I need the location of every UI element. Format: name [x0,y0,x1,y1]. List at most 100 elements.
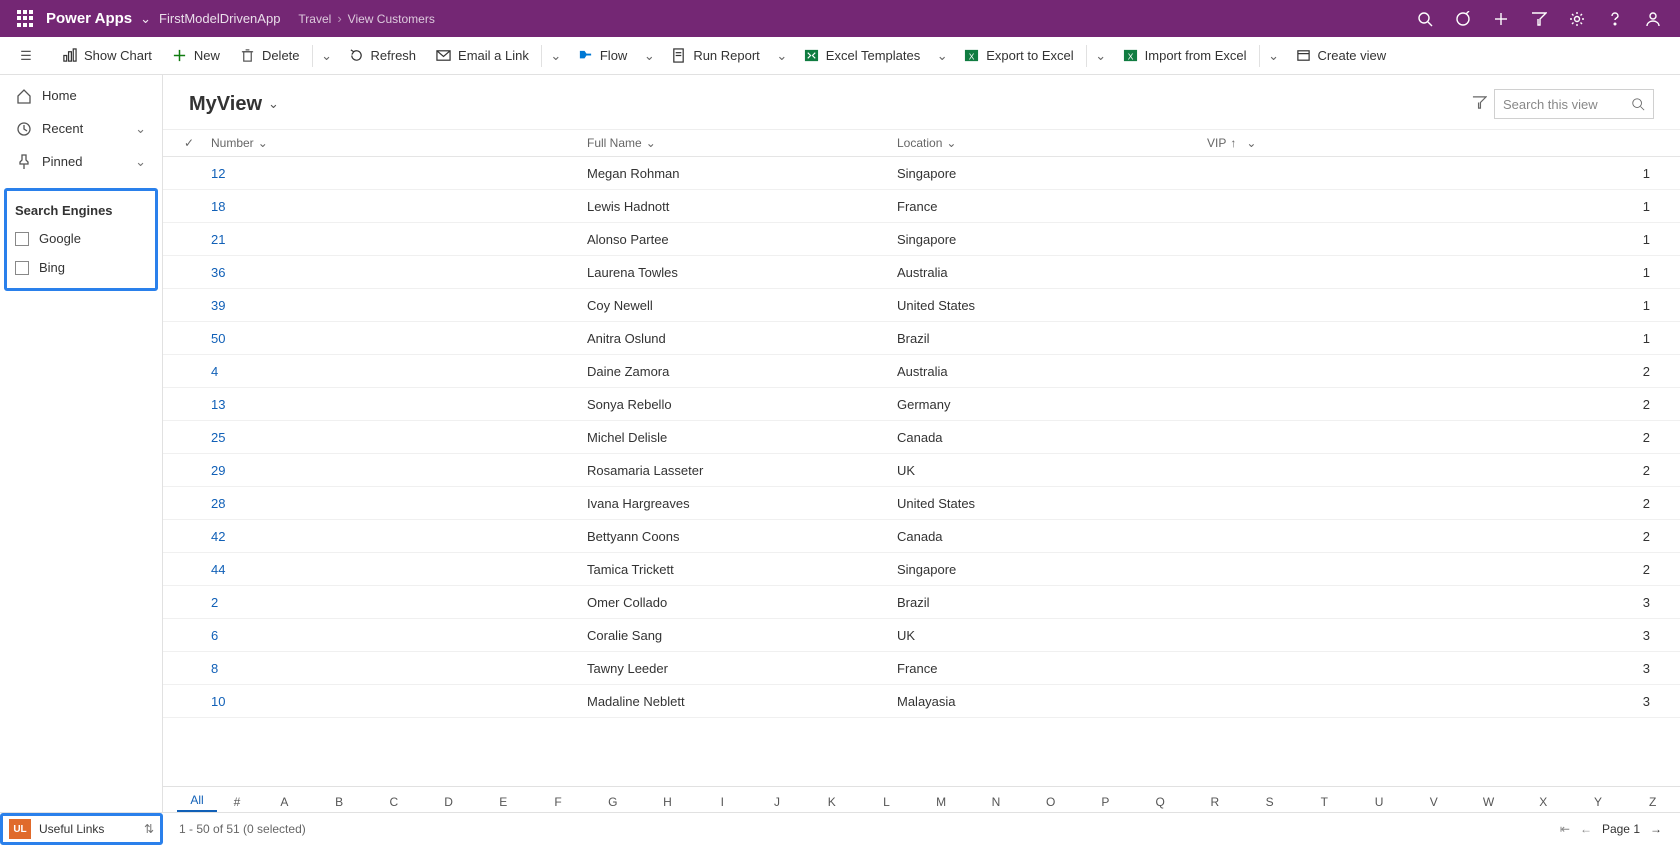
cell-number[interactable]: 13 [201,397,577,412]
alpha-Z[interactable]: Z [1625,795,1680,812]
brand-label[interactable]: Power Apps [46,10,132,27]
table-row[interactable]: 4Daine ZamoraAustralia2 [163,355,1680,388]
excel-templates-button[interactable]: Excel Templates [794,37,930,74]
alpha-E[interactable]: E [476,795,531,812]
global-search-icon[interactable] [1406,0,1444,37]
run-report-split-icon[interactable]: ⌄ [770,48,794,64]
breadcrumb-area[interactable]: Travel [298,12,331,26]
alpha-P[interactable]: P [1078,795,1133,812]
view-chevron-icon[interactable]: ⌄ [268,96,279,112]
delete-split-icon[interactable]: ⌄ [315,48,339,64]
table-row[interactable]: 13Sonya RebelloGermany2 [163,388,1680,421]
alpha-Q[interactable]: Q [1133,795,1188,812]
table-row[interactable]: 18Lewis HadnottFrance1 [163,190,1680,223]
alpha-S[interactable]: S [1242,795,1297,812]
select-all-checkbox[interactable]: ✓ [177,136,201,150]
filter-icon[interactable] [1520,0,1558,37]
cell-number[interactable]: 4 [201,364,577,379]
alpha-hash[interactable]: # [217,795,257,812]
alpha-T[interactable]: T [1297,795,1352,812]
sitemap-toggle-icon[interactable]: ☰ [8,48,44,64]
email-link-button[interactable]: Email a Link [426,37,539,74]
next-page-icon[interactable]: → [1650,822,1662,836]
email-split-icon[interactable]: ⌄ [544,48,568,64]
settings-gear-icon[interactable] [1558,0,1596,37]
flow-split-icon[interactable]: ⌄ [637,48,661,64]
table-row[interactable]: 29Rosamaria LasseterUK2 [163,454,1680,487]
excel-templates-split-icon[interactable]: ⌄ [930,48,954,64]
col-number[interactable]: Number⌄ [201,136,577,150]
table-row[interactable]: 50Anitra OslundBrazil1 [163,322,1680,355]
alpha-F[interactable]: F [531,795,586,812]
table-row[interactable]: 2Omer ColladoBrazil3 [163,586,1680,619]
alpha-J[interactable]: J [750,795,805,812]
alpha-D[interactable]: D [421,795,476,812]
alpha-A[interactable]: A [257,795,312,812]
alpha-G[interactable]: G [585,795,640,812]
alpha-K[interactable]: K [804,795,859,812]
cell-number[interactable]: 50 [201,331,577,346]
col-fullname[interactable]: Full Name⌄ [577,136,887,150]
add-icon[interactable] [1482,0,1520,37]
alpha-O[interactable]: O [1023,795,1078,812]
table-row[interactable]: 8Tawny LeederFrance3 [163,652,1680,685]
nav-recent[interactable]: Recent ⌄ [0,112,162,145]
alpha-N[interactable]: N [969,795,1024,812]
app-name[interactable]: FirstModelDrivenApp [159,11,280,26]
refresh-button[interactable]: Refresh [339,37,427,74]
prev-page-icon[interactable]: ← [1580,822,1592,836]
alpha-M[interactable]: M [914,795,969,812]
table-row[interactable]: 44Tamica TrickettSingapore2 [163,553,1680,586]
alpha-I[interactable]: I [695,795,750,812]
alpha-U[interactable]: U [1352,795,1407,812]
help-icon[interactable] [1596,0,1634,37]
area-switcher[interactable]: UL Useful Links ⇅ [0,813,163,845]
alpha-X[interactable]: X [1516,795,1571,812]
nav-google[interactable]: Google [7,224,155,253]
alpha-V[interactable]: V [1406,795,1461,812]
task-recorder-icon[interactable] [1444,0,1482,37]
cell-number[interactable]: 12 [201,166,577,181]
create-view-button[interactable]: Create view [1286,37,1397,74]
flow-button[interactable]: Flow [568,37,637,74]
open-filter-icon[interactable] [1464,95,1494,113]
first-page-icon[interactable]: ⇤ [1560,822,1570,836]
export-excel-button[interactable]: X Export to Excel [954,37,1083,74]
run-report-button[interactable]: Run Report [661,37,769,74]
cell-number[interactable]: 21 [201,232,577,247]
table-row[interactable]: 25Michel DelisleCanada2 [163,421,1680,454]
account-icon[interactable] [1634,0,1672,37]
table-row[interactable]: 21Alonso ParteeSingapore1 [163,223,1680,256]
cell-number[interactable]: 2 [201,595,577,610]
cell-number[interactable]: 25 [201,430,577,445]
alpha-C[interactable]: C [366,795,421,812]
alpha-H[interactable]: H [640,795,695,812]
import-split-icon[interactable]: ⌄ [1262,48,1286,64]
nav-home[interactable]: Home [0,79,162,112]
cell-number[interactable]: 18 [201,199,577,214]
new-button[interactable]: New [162,37,230,74]
table-row[interactable]: 39Coy NewellUnited States1 [163,289,1680,322]
alpha-Y[interactable]: Y [1571,795,1626,812]
cell-number[interactable]: 42 [201,529,577,544]
table-row[interactable]: 36Laurena TowlesAustralia1 [163,256,1680,289]
alpha-all[interactable]: All [177,793,217,812]
table-row[interactable]: 42Bettyann CoonsCanada2 [163,520,1680,553]
cell-number[interactable]: 44 [201,562,577,577]
alpha-L[interactable]: L [859,795,914,812]
brand-chevron-icon[interactable]: ⌄ [140,11,151,27]
alpha-B[interactable]: B [312,795,367,812]
cell-number[interactable]: 6 [201,628,577,643]
cell-number[interactable]: 29 [201,463,577,478]
nav-pinned[interactable]: Pinned ⌄ [0,145,162,178]
alpha-W[interactable]: W [1461,795,1516,812]
table-row[interactable]: 12Megan RohmanSingapore1 [163,157,1680,190]
cell-number[interactable]: 28 [201,496,577,511]
delete-button[interactable]: Delete [230,37,310,74]
cell-number[interactable]: 36 [201,265,577,280]
col-location[interactable]: Location⌄ [887,136,1197,150]
show-chart-button[interactable]: Show Chart [52,37,162,74]
cell-number[interactable]: 39 [201,298,577,313]
import-excel-button[interactable]: X Import from Excel [1113,37,1257,74]
cell-number[interactable]: 8 [201,661,577,676]
